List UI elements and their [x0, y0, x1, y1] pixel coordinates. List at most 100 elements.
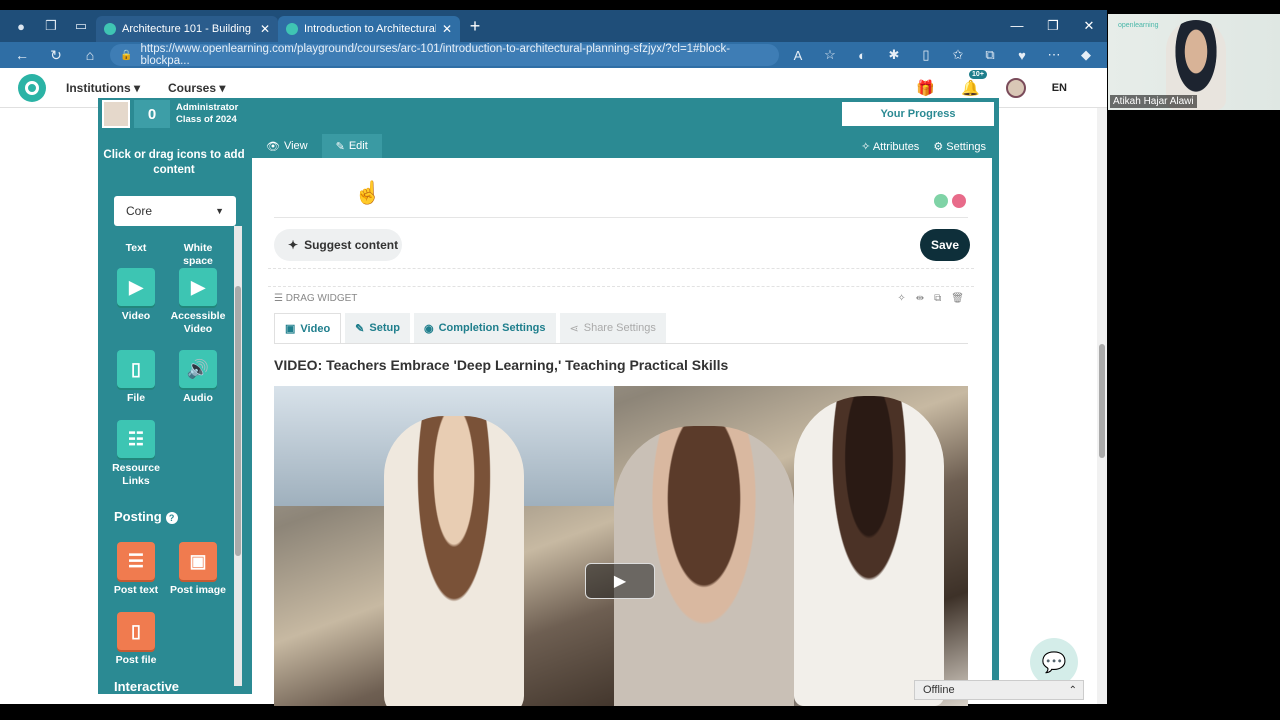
help-icon[interactable]: ? [165, 512, 178, 524]
sidebar-item-post-image[interactable]: ▣ Post image [168, 542, 228, 597]
settings-button[interactable]: ⚙ Settings [933, 140, 986, 153]
refresh-icon[interactable]: ↻ [42, 47, 70, 64]
your-progress-button[interactable]: Your Progress [841, 101, 995, 127]
more-icon[interactable]: ⋯ [1041, 47, 1067, 63]
tab-setup[interactable]: ✎ Setup [345, 313, 410, 343]
speaker-icon: 🔊 [179, 350, 217, 388]
back-icon[interactable]: ← [8, 47, 36, 63]
user-bar: 0 Administrator Class of 2024 Your Progr… [98, 98, 999, 130]
chevron-down-icon: ▼ [215, 206, 224, 216]
interactive-heading: Interactive [114, 679, 180, 694]
suggest-content-button[interactable]: ✦ Suggest content [274, 229, 402, 261]
tab-architecture-101[interactable]: Architecture 101 - Building your ✕ [96, 16, 278, 42]
play-button[interactable]: ▶ [585, 563, 655, 599]
favorites-icon[interactable]: ✩ [945, 47, 971, 63]
split-screen-icon[interactable]: ▯ [913, 47, 939, 63]
scrollbar-thumb[interactable] [1099, 344, 1105, 458]
edit-label: Edit [348, 140, 368, 152]
sidebar-item-accessible-video[interactable]: ▶ Accessible Video [168, 268, 228, 336]
tab-actions-icon[interactable]: ▭ [66, 10, 96, 42]
page-scrollbar[interactable] [1097, 108, 1107, 704]
divider [268, 268, 974, 269]
sidebar-item-post-file[interactable]: ▯ Post file [106, 612, 166, 667]
tab-title: Introduction to Architectural Pla [304, 23, 436, 35]
video-player[interactable]: ▶ [274, 386, 968, 706]
new-tab-icon[interactable]: + [460, 16, 490, 37]
puzzle-icon[interactable]: ✱ [881, 47, 907, 63]
sidebar-scrollbar[interactable] [234, 226, 242, 686]
settings-label: Settings [946, 140, 986, 153]
posting-title: Posting [114, 509, 162, 524]
close-window-icon[interactable]: ✕ [1071, 18, 1107, 34]
url-field[interactable]: 🔒 https://www.openlearning.com/playgroun… [110, 43, 779, 67]
tab-introduction[interactable]: Introduction to Architectural Pla ✕ [278, 16, 460, 42]
avatar[interactable] [1005, 77, 1026, 98]
sidebar-item-audio[interactable]: 🔊 Audio [168, 350, 228, 405]
user-avatar [102, 100, 130, 128]
institutions-menu[interactable]: Institutions ▾ [66, 81, 140, 95]
whitespace-item[interactable]: White space [168, 242, 228, 268]
close-tab-icon[interactable]: ✕ [442, 22, 452, 36]
play-icon: ▶ [613, 573, 627, 590]
sidebar-item-file[interactable]: ▯ File [106, 350, 166, 405]
home-icon[interactable]: ⌂ [76, 47, 104, 63]
category-value: Core [126, 204, 153, 218]
profile-icon[interactable]: ● [6, 10, 36, 42]
performance-icon[interactable]: ♥ [1009, 48, 1035, 63]
grammar-icon[interactable] [934, 194, 948, 208]
read-aloud-icon[interactable]: A [785, 48, 811, 63]
mode-bar-actions: ✧ Attributes ⚙ Settings [861, 140, 986, 153]
restore-icon[interactable]: ❐ [1035, 18, 1071, 34]
resource-links-icon: ☷ [117, 420, 155, 458]
tab-share-settings: ⋖ Share Settings [559, 313, 666, 343]
webcam-overlay: openlearning Atikah Hajar Alawi [1108, 14, 1280, 110]
sidebar-item-resource-links[interactable]: ☷ Resource Links [106, 420, 166, 488]
pencil-icon: ✎ [335, 140, 345, 153]
item-label: Post file [115, 654, 157, 666]
edit-mode-button[interactable]: ✎ Edit [321, 134, 382, 158]
widget-actions: ✧ ⇹ ⧉ 🗑 [897, 293, 964, 304]
chevron-up-icon[interactable]: ⌃ [1069, 685, 1077, 696]
hand-cursor-icon: ☝ [354, 180, 382, 205]
extension-icon[interactable]: ◐ [849, 48, 875, 63]
video-title: VIDEO: Teachers Embrace 'Deep Learning,'… [274, 357, 729, 373]
scrollbar-thumb[interactable] [235, 286, 241, 556]
trash-icon[interactable]: 🗑 [951, 293, 964, 304]
tab-video[interactable]: ▣ Video [274, 313, 342, 343]
gift-icon[interactable]: 🎁 [916, 79, 935, 97]
view-mode-button[interactable]: 👁 View [252, 134, 322, 158]
copy-icon[interactable]: ⧉ [934, 293, 941, 304]
tab-completion-settings[interactable]: ◉ Completion Settings [413, 313, 556, 343]
courses-menu[interactable]: Courses ▾ [168, 81, 225, 95]
attributes-button[interactable]: ✧ Attributes [861, 140, 919, 153]
sidebar-item-video[interactable]: ▶ Video [106, 268, 166, 323]
drag-widget-handle[interactable]: ☰ DRAG WIDGET [274, 293, 357, 304]
close-tab-icon[interactable]: ✕ [260, 22, 270, 36]
item-label: Post text [113, 584, 159, 596]
notification-bell-icon[interactable]: 🔔 10+ [961, 69, 987, 97]
offline-status-bar[interactable]: Offline ⌃ [914, 680, 1084, 700]
move-icon[interactable]: ⇹ [916, 293, 924, 304]
item-label: Resource Links [112, 462, 160, 487]
pencil-icon: ✎ [355, 322, 365, 335]
text-editor[interactable]: ☝ [274, 168, 968, 218]
drag-label: DRAG WIDGET [285, 293, 358, 304]
sidebar-item-post-text[interactable]: ☰ Post text [106, 542, 166, 597]
category-select[interactable]: Core ▼ [114, 196, 236, 226]
view-label: View [283, 140, 308, 152]
chat-bubble-button[interactable]: 💬 [1030, 638, 1078, 686]
user-role: Administrator [176, 102, 239, 113]
magic-icon[interactable]: ✧ [897, 293, 905, 304]
language-selector[interactable]: EN [1052, 82, 1067, 94]
copilot-icon[interactable]: ◆ [1073, 47, 1099, 63]
workspaces-icon[interactable]: ❒ [36, 10, 66, 42]
post-image-icon: ▣ [179, 542, 217, 580]
favorite-star-icon[interactable]: ☆ [817, 47, 843, 63]
minimize-icon[interactable]: — [999, 18, 1035, 34]
collections-icon[interactable]: ⧉ [977, 47, 1003, 63]
assistant-icon[interactable] [952, 194, 966, 208]
text-item[interactable]: Text [106, 242, 166, 255]
sidebar-title: Click or drag icons to add content [103, 149, 245, 176]
save-button[interactable]: Save [920, 229, 970, 261]
openlearning-logo-icon[interactable] [18, 73, 46, 102]
